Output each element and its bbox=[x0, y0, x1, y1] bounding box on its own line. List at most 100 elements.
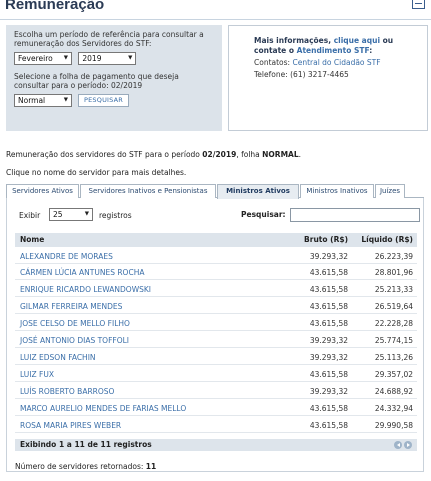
page-size-value: 25 bbox=[53, 210, 63, 219]
count-value: 11 bbox=[145, 462, 157, 471]
net-value: 25.213,33 bbox=[374, 285, 413, 294]
gross-value: 43.615,58 bbox=[309, 370, 348, 379]
minister-name-link[interactable]: LUIZ FUX bbox=[20, 367, 54, 382]
info-contact-suffix: : bbox=[369, 46, 373, 55]
minister-name-link[interactable]: GILMAR FERREIRA MENDES bbox=[20, 299, 122, 314]
period-summary: Remuneração dos servidores do STF para o… bbox=[6, 150, 301, 159]
summary-sheet: NORMAL bbox=[262, 150, 299, 159]
net-value: 22.228,28 bbox=[374, 319, 413, 328]
net-value: 25.774,15 bbox=[374, 336, 413, 345]
search-label: Pesquisar: bbox=[241, 210, 286, 219]
contacts-label: Contatos: bbox=[254, 58, 293, 67]
table-row: MARCO AURELIO MENDES DE FARIAS MELLO 43.6… bbox=[15, 401, 417, 416]
minister-name-link[interactable]: JOSE CELSO DE MELLO FILHO bbox=[20, 316, 130, 331]
sheet-select[interactable]: Normal bbox=[14, 94, 72, 107]
minister-name-link[interactable]: CÁRMEN LÚCIA ANTUNES ROCHA bbox=[20, 265, 144, 280]
info-panel: Mais informações, clique aqui ou contate… bbox=[228, 25, 428, 131]
col-header-nome[interactable]: Nome bbox=[20, 233, 44, 247]
table-panel: Exibir 25 registros Pesquisar: Nome Brut… bbox=[6, 198, 424, 472]
info-heading-prefix: Mais informações, bbox=[254, 36, 334, 45]
month-select[interactable]: Fevereiro bbox=[14, 52, 72, 65]
servers-count: Número de servidores retornados: 11 bbox=[15, 462, 156, 471]
summary-period: 02/2019 bbox=[202, 150, 237, 159]
tab-juizes[interactable]: Juízes bbox=[375, 184, 405, 198]
gross-value: 43.615,58 bbox=[309, 268, 348, 277]
records-info: Exibindo 1 a 11 de 11 registros bbox=[20, 440, 152, 449]
tab-ministros-inativos[interactable]: Ministros Inativos bbox=[300, 184, 374, 198]
click-hint: Clique no nome do servidor para mais det… bbox=[6, 168, 187, 177]
net-value: 25.113,26 bbox=[374, 353, 413, 362]
sheet-value: Normal bbox=[18, 96, 46, 105]
gross-value: 43.615,58 bbox=[309, 421, 348, 430]
year-select[interactable]: 2019 bbox=[78, 52, 137, 65]
gross-value: 43.615,58 bbox=[309, 404, 348, 413]
month-value: Fevereiro bbox=[18, 54, 53, 63]
table-row: JOSE CELSO DE MELLO FILHO 43.615,58 22.228… bbox=[15, 316, 417, 331]
previous-page-icon[interactable] bbox=[394, 441, 402, 449]
info-heading: Mais informações, clique aqui ou bbox=[254, 36, 402, 46]
minister-name-link[interactable]: JOSÉ ANTONIO DIAS TOFFOLI bbox=[20, 333, 129, 348]
phone-text: Telefone: (61) 3217-4465 bbox=[254, 70, 349, 79]
net-value: 26.223,39 bbox=[374, 252, 413, 261]
tab-servidores-inativos[interactable]: Servidores Inativos e Pensionistas bbox=[80, 184, 216, 198]
gross-value: 39.293,32 bbox=[309, 353, 348, 362]
page-header: Remuneração bbox=[0, 0, 431, 20]
minister-name-link[interactable]: ENRIQUE RICARDO LEWANDOWSKI bbox=[20, 282, 151, 297]
table-row: ALEXANDRE DE MORAES 39.293,32 26.223,39 bbox=[15, 249, 417, 264]
sheet-instructions: Selecione a folha de pagamento que desej… bbox=[14, 72, 179, 90]
count-label: Número de servidores retornados: bbox=[15, 462, 146, 471]
summary-suffix: . bbox=[298, 150, 302, 159]
net-value: 29.990,58 bbox=[374, 421, 413, 430]
col-header-bruto[interactable]: Bruto (R$) bbox=[277, 233, 348, 247]
central-cidadao-link[interactable]: Central do Cidadão STF bbox=[292, 58, 380, 67]
page-size-select[interactable]: 25 bbox=[49, 208, 93, 221]
table-row: CÁRMEN LÚCIA ANTUNES ROCHA 43.615,58 28.80… bbox=[15, 265, 417, 280]
net-value: 29.357,02 bbox=[374, 370, 413, 379]
filter-panel: Escolha um período de referência para co… bbox=[6, 25, 222, 131]
table-row: ROSA MARIA PIRES WEBER 43.615,58 29.990,58 bbox=[15, 418, 417, 433]
contacts-line: Contatos: Central do Cidadão STF bbox=[254, 57, 402, 68]
click-here-link[interactable]: clique aqui bbox=[334, 36, 380, 45]
minister-name-link[interactable]: LUÍS ROBERTO BARROSO bbox=[20, 384, 114, 399]
table-footer: Exibindo 1 a 11 de 11 registros bbox=[15, 439, 417, 451]
gross-value: 43.615,58 bbox=[309, 285, 348, 294]
tab-ministros-ativos[interactable]: Ministros Ativos bbox=[217, 184, 299, 199]
records-label: registros bbox=[99, 211, 132, 220]
next-page-icon[interactable] bbox=[404, 441, 412, 449]
table-row: LUIZ FUX 43.615,58 29.357,02 bbox=[15, 367, 417, 382]
net-value: 24.688,92 bbox=[374, 387, 413, 396]
table-row: JOSÉ ANTONIO DIAS TOFFOLI 39.293,32 25.774… bbox=[15, 333, 417, 348]
net-value: 28.801,96 bbox=[374, 268, 413, 277]
table-header: Nome Bruto (R$) Líquido (R$) bbox=[15, 233, 417, 247]
tab-bar: Servidores Ativos Servidores Inativos e … bbox=[6, 184, 424, 199]
year-value: 2019 bbox=[82, 54, 102, 63]
table-row: LUIZ EDSON FACHIN 39.293,32 25.113,26 bbox=[15, 350, 417, 365]
table-row: GILMAR FERREIRA MENDES 43.615,58 26.519,64 bbox=[15, 299, 417, 314]
minister-name-link[interactable]: ALEXANDRE DE MORAES bbox=[20, 249, 113, 264]
summary-middle: , folha bbox=[236, 150, 263, 159]
gross-value: 39.293,32 bbox=[309, 252, 348, 261]
net-value: 24.332,94 bbox=[374, 404, 413, 413]
tab-servidores-ativos[interactable]: Servidores Ativos bbox=[6, 184, 79, 198]
atendimento-link[interactable]: Atendimento STF bbox=[297, 46, 370, 55]
info-heading-or: ou bbox=[380, 36, 394, 45]
page-title: Remuneração bbox=[5, 0, 105, 13]
gross-value: 39.293,32 bbox=[309, 336, 348, 345]
net-value: 26.519,64 bbox=[374, 302, 413, 311]
table-row: LUÍS ROBERTO BARROSO 39.293,32 24.688,92 bbox=[15, 384, 417, 399]
gross-value: 43.615,58 bbox=[309, 319, 348, 328]
period-instructions: Escolha um período de referência para co… bbox=[14, 30, 204, 48]
minister-name-link[interactable]: ROSA MARIA PIRES WEBER bbox=[20, 418, 121, 433]
show-label: Exibir bbox=[19, 211, 41, 220]
gross-value: 43.615,58 bbox=[309, 302, 348, 311]
minister-name-link[interactable]: LUIZ EDSON FACHIN bbox=[20, 350, 96, 365]
info-contact-line: contate o Atendimento STF: bbox=[254, 46, 402, 56]
search-button[interactable]: PESQUISAR bbox=[78, 94, 129, 107]
col-header-liquido[interactable]: Líquido (R$) bbox=[351, 233, 413, 247]
summary-prefix: Remuneração dos servidores do STF para o… bbox=[6, 150, 203, 159]
table-search-input[interactable] bbox=[290, 208, 420, 222]
table-row: ENRIQUE RICARDO LEWANDOWSKI 43.615,58 25.2… bbox=[15, 282, 417, 297]
info-contact-prefix: contate o bbox=[254, 46, 297, 55]
minister-name-link[interactable]: MARCO AURELIO MENDES DE FARIAS MELLO bbox=[20, 401, 186, 416]
collapse-button[interactable] bbox=[412, 0, 425, 9]
